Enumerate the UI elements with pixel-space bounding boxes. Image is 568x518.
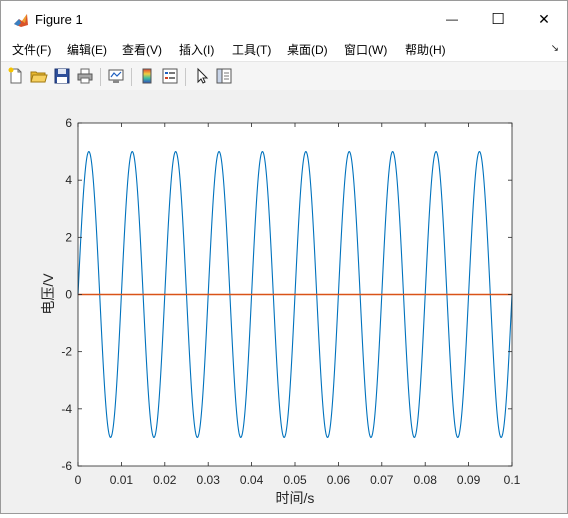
y-tick-label: -6 [61, 459, 72, 473]
maximize-button[interactable]: ☐ [475, 1, 521, 37]
menu-bar: 文件(F) 编辑(E) 查看(V) 插入(I) 工具(T) 桌面(D) 窗口(W… [1, 37, 567, 61]
x-tick-label: 0.01 [110, 473, 134, 487]
insert-legend-icon[interactable] [161, 67, 179, 85]
property-editor-icon[interactable] [215, 67, 233, 85]
y-tick-label: 0 [65, 288, 72, 302]
menu-edit[interactable]: 编辑(E) [67, 41, 107, 58]
title-bar[interactable]: Figure 1 — ☐ ✕ [1, 1, 567, 37]
x-axis-label: 时间/s [276, 490, 315, 506]
x-tick-label: 0 [75, 473, 82, 487]
x-tick-label: 0.04 [240, 473, 264, 487]
x-tick-label: 0.1 [504, 473, 521, 487]
matlab-logo-icon [13, 12, 29, 28]
pointer-icon[interactable] [193, 67, 211, 85]
y-tick-label: 2 [65, 230, 72, 244]
x-tick-label: 0.02 [153, 473, 177, 487]
y-axis-label: 电压/V [40, 273, 56, 315]
toolbar [1, 61, 567, 91]
menu-tools[interactable]: 工具(T) [232, 41, 271, 58]
menu-help[interactable]: 帮助(H) [405, 41, 446, 58]
menu-overflow-arrow-icon[interactable]: ↘ [551, 43, 559, 54]
toolbar-separator [185, 68, 186, 86]
insert-colorbar-icon[interactable] [138, 67, 156, 85]
y-tick-label: -4 [61, 402, 72, 416]
toolbar-separator [131, 68, 132, 86]
figure-canvas: 0 0.01 0.02 0.03 0.04 0.05 0.06 0.07 0.08 0.09 0.1… [1, 90, 567, 513]
x-tick-label: 0.07 [370, 473, 394, 487]
y-tick-label: 4 [65, 173, 72, 187]
close-button[interactable]: ✕ [521, 1, 567, 37]
minimize-button[interactable]: — [429, 1, 475, 37]
window-title: Figure 1 [35, 12, 83, 27]
print-icon[interactable] [76, 67, 94, 85]
maximize-icon: ☐ [491, 11, 505, 28]
minimize-icon: — [446, 12, 458, 26]
x-tick-label: 0.08 [414, 473, 438, 487]
link-plot-icon[interactable] [107, 67, 125, 85]
menu-view[interactable]: 查看(V) [122, 41, 162, 58]
plot-svg[interactable]: 0 0.01 0.02 0.03 0.04 0.05 0.06 0.07 0.08 0.09 0.1… [1, 90, 567, 513]
x-tick-label: 0.05 [283, 473, 307, 487]
save-icon[interactable] [53, 67, 71, 85]
open-file-icon[interactable] [30, 67, 48, 85]
menu-window[interactable]: 窗口(W) [344, 41, 387, 58]
x-tick-label: 0.09 [457, 473, 481, 487]
figure-window: Figure 1 — ☐ ✕ 文件(F) 编辑(E) 查看(V) 插入(I) 工… [0, 0, 568, 514]
y-tick-label: 6 [65, 116, 72, 130]
y-tick-label: -2 [61, 345, 72, 359]
close-icon: ✕ [538, 10, 550, 27]
toolbar-separator [100, 68, 101, 86]
x-tick-label: 0.03 [197, 473, 221, 487]
menu-desktop[interactable]: 桌面(D) [287, 41, 328, 58]
new-figure-icon[interactable] [7, 67, 25, 85]
menu-file[interactable]: 文件(F) [12, 41, 51, 58]
x-tick-label: 0.06 [327, 473, 351, 487]
menu-insert[interactable]: 插入(I) [179, 41, 214, 58]
